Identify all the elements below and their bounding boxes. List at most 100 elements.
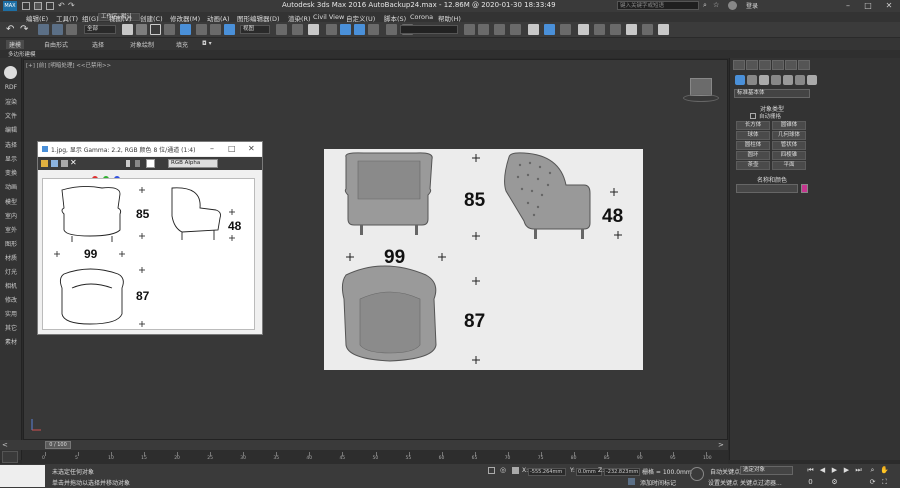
save-file-icon[interactable] <box>46 2 54 10</box>
time-slider[interactable] <box>0 440 728 450</box>
tab-modeling[interactable]: 建模 <box>6 40 25 49</box>
render-production-icon[interactable] <box>610 24 621 35</box>
shapes-category-icon[interactable] <box>747 75 757 85</box>
orbit-viewport-icon[interactable]: ⟳ <box>868 478 877 487</box>
timeslider-next-icon[interactable]: > <box>718 441 724 449</box>
mirror-icon[interactable] <box>464 24 475 35</box>
left-item-assets[interactable]: 素材 <box>0 337 22 346</box>
close-icon[interactable]: ✕ <box>879 0 899 12</box>
name-and-color-rollout[interactable]: 名称和颜色 <box>736 175 808 184</box>
alpha-channel-icon[interactable] <box>126 160 130 167</box>
tab-selection[interactable]: 选择 <box>92 40 104 49</box>
open-file-icon[interactable] <box>34 2 42 10</box>
clone-window-icon[interactable] <box>61 160 68 167</box>
redo-icon[interactable]: ↷ <box>68 1 75 10</box>
image-viewer-titlebar[interactable]: 1.jpg, 显示 Gamma: 2.2, RGB 颜色 8 位/通道 (1:4… <box>38 142 262 156</box>
spinner-snap-icon[interactable] <box>368 24 379 35</box>
sphere-button[interactable]: 球体 <box>736 131 770 140</box>
render-in-cloud-icon[interactable] <box>626 24 637 35</box>
select-by-name-icon[interactable] <box>136 24 147 35</box>
percent-snap-icon[interactable] <box>354 24 365 35</box>
user-avatar-icon[interactable] <box>728 1 737 10</box>
new-file-icon[interactable] <box>22 2 30 10</box>
set-key-button[interactable]: 设置关键点 <box>708 478 738 487</box>
set-key-icon[interactable] <box>690 467 704 481</box>
image-viewer-maximize-icon[interactable]: □ <box>228 144 236 153</box>
create-panel-tab[interactable] <box>733 60 745 70</box>
left-item-lights[interactable]: 灯光 <box>0 267 22 276</box>
time-tag-icon[interactable] <box>628 478 635 485</box>
geometry-category-icon[interactable] <box>735 75 745 85</box>
cone-button[interactable]: 圆锥体 <box>772 121 806 130</box>
timeslider-prev-icon[interactable]: < <box>2 441 8 449</box>
named-selection-select[interactable] <box>400 25 458 34</box>
select-and-manipulate-icon[interactable] <box>292 24 303 35</box>
select-object-icon[interactable] <box>122 24 133 35</box>
primitive-type-select[interactable]: 标准基本体 <box>734 89 810 98</box>
link-icon[interactable] <box>38 24 49 35</box>
image-viewer-close-icon[interactable]: ✕ <box>248 144 255 153</box>
bind-space-warp-icon[interactable] <box>66 24 77 35</box>
a360-gallery-icon[interactable] <box>642 24 653 35</box>
color-swatch-white[interactable] <box>146 159 155 168</box>
snaps-toggle-icon[interactable] <box>326 24 337 35</box>
copy-image-icon[interactable] <box>51 160 58 167</box>
time-slider-handle[interactable]: 0 / 100 <box>45 441 71 449</box>
play-icon[interactable]: ▶ <box>830 466 839 475</box>
image-viewer-minimize-icon[interactable]: – <box>210 144 214 153</box>
selection-filter-select[interactable]: 全部 <box>84 25 116 34</box>
polygon-modeling-label[interactable]: 多边形建模 <box>8 50 36 58</box>
maximize-icon[interactable]: □ <box>858 0 878 12</box>
teapot-button[interactable]: 茶壶 <box>736 161 770 170</box>
go-to-start-icon[interactable]: ⏮ <box>806 466 815 475</box>
left-item-utilities[interactable]: 实用 <box>0 309 22 318</box>
window-crossing-icon[interactable] <box>164 24 175 35</box>
left-item-interior[interactable]: 室内 <box>0 211 22 220</box>
login-link[interactable]: 登录 <box>746 1 758 10</box>
left-item-transform[interactable]: 变换 <box>0 168 22 177</box>
schematic-view-icon[interactable] <box>544 24 555 35</box>
frame-field-icon[interactable]: 0 <box>806 478 815 487</box>
redo-toolbar-icon[interactable]: ↷ <box>20 24 31 35</box>
tab-populate[interactable]: 填充 <box>176 40 188 49</box>
search-icon[interactable]: ⌕ <box>703 1 707 10</box>
save-image-icon[interactable] <box>41 160 48 167</box>
isolate-selection-icon[interactable]: ◎ <box>500 466 506 474</box>
box-button[interactable]: 长方体 <box>736 121 770 130</box>
modify-panel-tab[interactable] <box>746 60 758 70</box>
left-item-render[interactable]: 渲染 <box>0 97 22 106</box>
left-item-edit[interactable]: 编辑 <box>0 125 22 134</box>
key-filters-button[interactable]: 关键点过滤器... <box>740 478 782 487</box>
image-viewer-window[interactable]: 1.jpg, 显示 Gamma: 2.2, RGB 颜色 8 位/通道 (1:4… <box>37 141 263 335</box>
left-item-shapes[interactable]: 图形 <box>0 239 22 248</box>
left-item-animation[interactable]: 动画 <box>0 182 22 191</box>
cameras-category-icon[interactable] <box>771 75 781 85</box>
left-item-modify[interactable]: 修改 <box>0 295 22 304</box>
left-item-rdf[interactable]: RDF <box>0 84 22 91</box>
tab-object-paint[interactable]: 对象绘制 <box>130 40 154 49</box>
lights-category-icon[interactable] <box>759 75 769 85</box>
display-panel-tab[interactable] <box>785 60 797 70</box>
align-icon[interactable] <box>478 24 489 35</box>
left-item-display[interactable]: 显示 <box>0 154 22 163</box>
render-setup-icon[interactable] <box>578 24 589 35</box>
angle-snap-icon[interactable] <box>340 24 351 35</box>
x-coordinate-field[interactable]: -555.264mm <box>528 468 566 476</box>
curve-editor-icon[interactable] <box>528 24 539 35</box>
left-item-other[interactable]: 其它 <box>0 323 22 332</box>
minimize-icon[interactable]: – <box>838 0 858 12</box>
left-item-material[interactable]: 材质 <box>0 253 22 262</box>
absolute-mode-icon[interactable] <box>512 467 519 474</box>
menu-corona[interactable]: Corona <box>410 13 433 21</box>
geosphere-button[interactable]: 几何球体 <box>772 131 806 140</box>
keyboard-shortcut-icon[interactable] <box>308 24 319 35</box>
time-config-icon[interactable]: ⚙ <box>830 478 839 487</box>
material-editor-icon[interactable] <box>560 24 571 35</box>
left-item-select[interactable]: 选择 <box>0 140 22 149</box>
move-icon[interactable] <box>180 24 191 35</box>
pyramid-button[interactable]: 四棱锥 <box>772 151 806 160</box>
autogrid-checkbox[interactable] <box>750 113 756 119</box>
place-icon[interactable] <box>224 24 235 35</box>
rdf-logo-icon[interactable] <box>4 66 17 79</box>
clear-image-icon[interactable]: ✕ <box>70 158 77 167</box>
